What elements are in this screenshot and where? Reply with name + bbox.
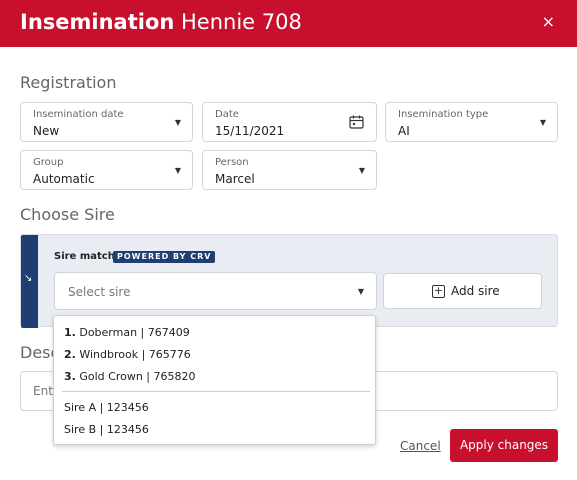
choose-sire-title: Choose Sire — [20, 205, 115, 224]
dialog-header: Insemination Hennie 708 × — [0, 0, 577, 47]
sire-match-panel: ↘ Sire match POWERED BY CRV Select sire … — [20, 234, 558, 328]
dialog-title: Insemination Hennie 708 — [20, 10, 302, 34]
sire-option-gold-crown[interactable]: 3. Gold Crown | 765820 — [64, 370, 195, 383]
powered-by-crv-badge: POWERED BY CRV — [113, 251, 216, 263]
chevron-down-icon: ▼ — [174, 166, 181, 175]
chevron-down-icon: ▼ — [358, 166, 365, 175]
person-select[interactable]: Person Marcel ▼ — [202, 150, 377, 190]
plus-square-icon: + — [432, 284, 445, 298]
sire-dropdown: 1. Doberman | 767409 2. Windbrook | 7657… — [53, 315, 376, 445]
sire-option-sire-b[interactable]: Sire B | 123456 — [64, 423, 149, 436]
sire-option-sire-a[interactable]: Sire A | 123456 — [64, 401, 149, 414]
apply-changes-button[interactable]: Apply changes — [450, 429, 558, 462]
group-select[interactable]: Group Automatic ▼ — [20, 150, 193, 190]
registration-title: Registration — [20, 73, 117, 92]
cancel-button[interactable]: Cancel — [400, 439, 441, 453]
chevron-down-icon: ▼ — [174, 118, 181, 127]
sire-match-label: Sire match — [54, 251, 115, 262]
chevron-down-icon: ▼ — [357, 287, 364, 296]
insemination-type-select[interactable]: Insemination type AI ▼ — [385, 102, 558, 142]
chevron-down-icon: ▼ — [539, 118, 546, 127]
crv-stripe: ↘ — [21, 235, 38, 328]
crv-logo-icon: ↘ — [24, 273, 33, 284]
close-icon[interactable]: × — [542, 12, 555, 32]
sire-option-doberman[interactable]: 1. Doberman | 767409 — [64, 326, 190, 339]
insemination-date-select[interactable]: Insemination date New ▼ — [20, 102, 193, 142]
date-field[interactable]: Date 15/11/2021 — [202, 102, 377, 142]
dropdown-divider — [62, 391, 370, 392]
calendar-icon[interactable] — [349, 115, 364, 129]
sire-option-windbrook[interactable]: 2. Windbrook | 765776 — [64, 348, 191, 361]
sire-select[interactable]: Select sire ▼ — [54, 272, 377, 310]
add-sire-button[interactable]: + Add sire — [383, 273, 542, 309]
